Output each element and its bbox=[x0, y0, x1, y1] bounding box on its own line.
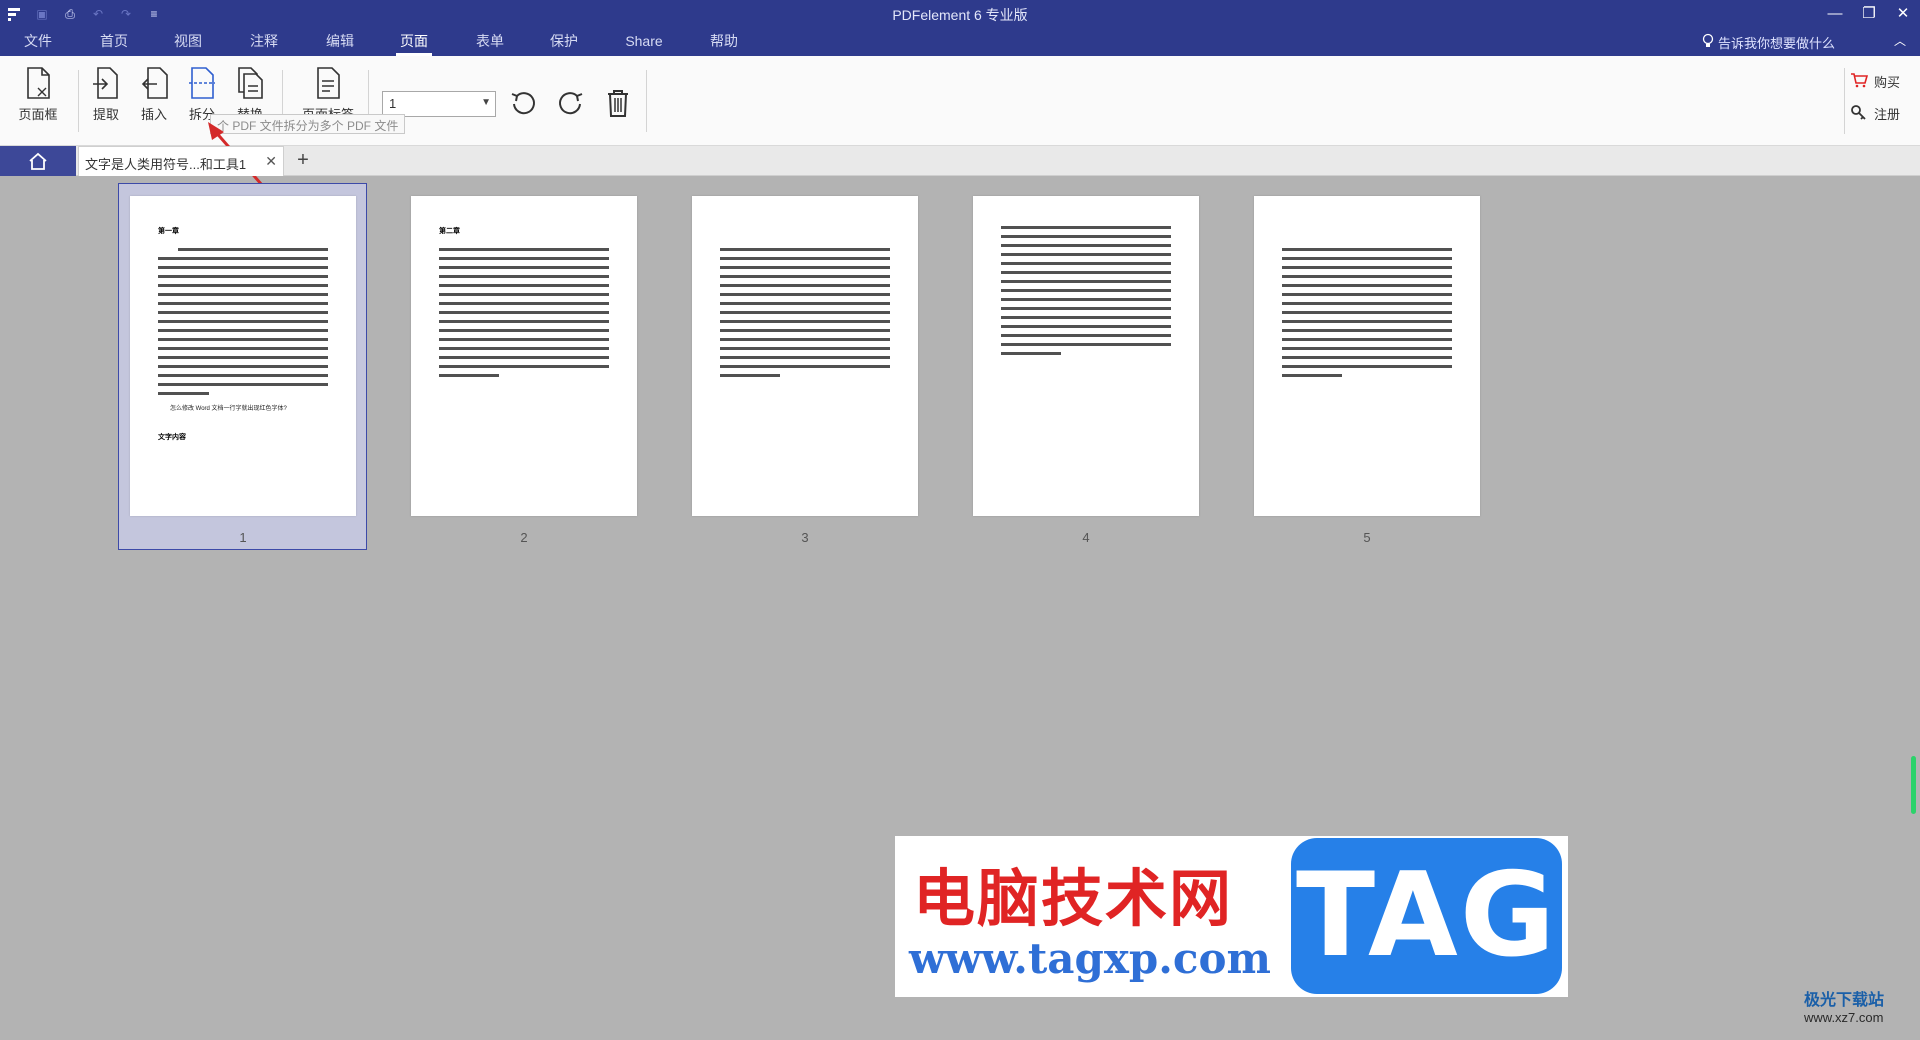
home-button[interactable] bbox=[0, 146, 76, 176]
page-number-label: 5 bbox=[1363, 530, 1371, 545]
page-heading: 第二章 bbox=[439, 228, 460, 235]
page-number-label: 3 bbox=[801, 530, 809, 545]
page-number-label: 4 bbox=[1082, 530, 1090, 545]
page-thumbnail-1[interactable]: 第一章 怎么修改 Word 文档一行字就出现红色字体? 文字内容 bbox=[130, 196, 356, 516]
watermark-tag-logo: TAG bbox=[1291, 838, 1562, 994]
document-tab-title: 文字是人类用符号...和工具1 bbox=[85, 157, 247, 172]
page-number-label: 1 bbox=[239, 530, 247, 545]
watermark-site-name: 电脑技术网 bbox=[913, 862, 1234, 935]
add-tab-icon[interactable]: + bbox=[292, 149, 314, 171]
page-heading: 第一章 bbox=[158, 228, 179, 235]
page-thumbnail-5[interactable] bbox=[1254, 196, 1480, 516]
page-footer-heading: 文字内容 bbox=[158, 434, 186, 441]
document-tab-bar: 文字是人类用符号...和工具1 ✕ + bbox=[0, 146, 1920, 176]
page-number-label: 2 bbox=[520, 530, 528, 545]
scroll-indicator[interactable] bbox=[1911, 756, 1916, 814]
page-thumbnail-2[interactable]: 第二章 bbox=[411, 196, 637, 516]
page-note: 怎么修改 Word 文档一行字就出现红色字体? bbox=[170, 406, 287, 412]
corner-watermark-url: www.xz7.com bbox=[1804, 1010, 1884, 1025]
corner-watermark-name: 极光下载站 bbox=[1804, 992, 1885, 1009]
watermark-banner: 电脑技术网 www.tagxp.com TAG bbox=[895, 836, 1568, 997]
corner-watermark: 极光下载站 www.xz7.com bbox=[1760, 986, 1884, 1025]
page-thumbnail-4[interactable] bbox=[973, 196, 1199, 516]
page-thumbnail-3[interactable] bbox=[692, 196, 918, 516]
home-icon bbox=[29, 152, 47, 170]
document-tab[interactable]: 文字是人类用符号...和工具1 ✕ bbox=[78, 146, 284, 176]
watermark-url: www.tagxp.com bbox=[909, 934, 1271, 983]
close-tab-icon[interactable]: ✕ bbox=[265, 153, 277, 170]
